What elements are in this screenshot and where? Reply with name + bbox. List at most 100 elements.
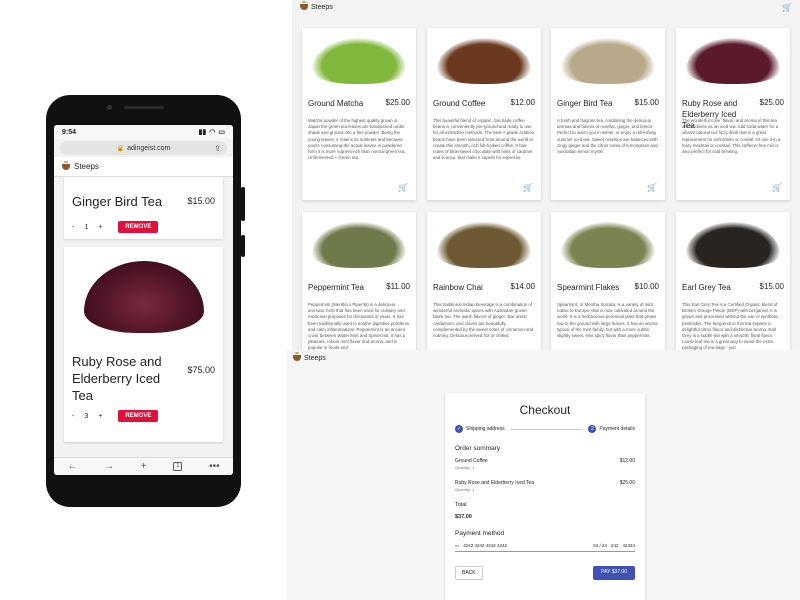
shopping-cart-icon[interactable]: 🛒 [782, 3, 792, 12]
product-card[interactable]: Ginger Bird Tea $15.00 A fresh and fragran… [551, 28, 665, 200]
cart-item-price: $15.00 [187, 196, 215, 206]
front-camera [107, 105, 112, 110]
tabs-count-icon[interactable]: 1 [173, 462, 183, 471]
url-text: adingeist.com [127, 144, 171, 152]
product-description: Peppermint (Mentha x Piperita) is a deli… [308, 302, 410, 350]
teacup-logo-icon [293, 352, 301, 361]
total-value: $37.00 [455, 514, 472, 520]
product-card[interactable]: Peppermint Tea $11.00 Peppermint (Mentha x… [302, 212, 416, 350]
grid-header: Steeps 🛒 [292, 0, 800, 14]
add-to-cart-icon[interactable]: 🛒 [398, 183, 408, 192]
product-name: Ground Matcha [308, 99, 364, 108]
total-label: Total [455, 502, 467, 508]
product-price: $14.00 [510, 282, 535, 291]
product-description: This beautiful blend of organic, fair-tr… [433, 118, 534, 161]
product-name: Rainbow Chai [433, 283, 483, 292]
tea-image [83, 261, 204, 333]
checkout-card: Checkout ✓ Shipping address 2 Payment de… [445, 393, 645, 600]
product-description: This traditional Indian beverage is a co… [433, 302, 534, 339]
product-price: $15.00 [759, 282, 784, 291]
cart-list: $15.00 Ginger Bird Tea - 1 + REMOVE $75.… [54, 177, 233, 442]
check-icon: ✓ [455, 425, 463, 433]
card-cvc[interactable]: 242 [611, 543, 619, 549]
card-input[interactable]: ▭ 4242 4242 4242 4242 04 / 24 242 42424 [455, 543, 635, 552]
qty-value: 3 [84, 412, 89, 420]
app-header: Steeps [54, 157, 233, 177]
phone-frame: 9:54 ▮▮ ◠ ▭ 🔒 adingeist.com ⇪ Steeps $15… [46, 95, 245, 507]
tea-image [686, 38, 780, 84]
checkout-header: Steeps [287, 350, 800, 366]
pay-button[interactable]: PAY $37.00 [593, 566, 635, 580]
cart-item-price: $75.00 [187, 365, 215, 375]
tea-image [312, 38, 406, 84]
teacup-logo-icon [62, 160, 70, 170]
card-zip[interactable]: 42424 [622, 543, 635, 549]
product-card[interactable]: Rainbow Chai $14.00 This traditional India… [427, 212, 541, 350]
product-name: Ground Coffee [433, 99, 486, 108]
product-card[interactable]: Spearmint Flakes $10.00 Spearmint, or Ment… [551, 212, 665, 350]
new-tab-icon[interactable]: + [141, 461, 147, 472]
forward-arrow-icon[interactable]: → [104, 461, 114, 472]
increase-qty-button[interactable]: + [98, 413, 102, 420]
summary-item-qty: Quantity: 1 [455, 465, 475, 470]
product-description: Matcha powder of the highest quality gro… [308, 118, 406, 161]
checkout-stepper: ✓ Shipping address 2 Payment details [455, 425, 635, 433]
browser-toolbar: ← → + 1 ••• [54, 457, 233, 475]
product-description: A fresh and fragrant tea, combining the … [557, 118, 658, 155]
checkout-page: Steeps Checkout ✓ Shipping address 2 Pay… [287, 350, 800, 600]
battery-icon: ▭ [218, 129, 225, 136]
summary-row: Ruby Rose and Elderberry Iced Tea $25.00 [455, 480, 635, 486]
wifi-icon: ◠ [209, 129, 216, 136]
teacup-logo-icon [300, 1, 308, 10]
share-icon[interactable]: ⇪ [214, 144, 221, 153]
product-card[interactable]: Ground Matcha $25.00 Matcha powder of the … [302, 28, 416, 200]
card-expiry[interactable]: 04 / 24 [593, 543, 607, 549]
back-button[interactable]: BACK [455, 566, 483, 580]
remove-button[interactable]: REMOVE [118, 410, 159, 422]
add-to-cart-icon[interactable]: 🛒 [523, 183, 533, 192]
product-price: $15.00 [634, 98, 659, 107]
card-number[interactable]: 4242 4242 4242 4242 [463, 543, 589, 549]
credit-card-icon: ▭ [455, 543, 460, 548]
status-time: 9:54 [62, 128, 77, 136]
increase-qty-button[interactable]: + [98, 224, 102, 231]
product-grid-page: Steeps 🛒 Ground Matcha $25.00 Matcha powde… [292, 0, 800, 350]
step-shipping[interactable]: Shipping address [466, 426, 505, 432]
qty-value: 1 [84, 223, 89, 231]
back-arrow-icon[interactable]: ← [67, 461, 77, 472]
decrease-qty-button[interactable]: - [72, 224, 74, 231]
product-card[interactable]: Ruby Rose and Elderberry Iced Tea $25.00 T… [676, 28, 790, 200]
lock-icon: 🔒 [116, 145, 125, 152]
summary-item-name: Ground Coffee [455, 458, 488, 464]
tea-image [561, 222, 655, 268]
add-to-cart-icon[interactable]: 🛒 [772, 183, 782, 192]
address-bar[interactable]: 🔒 adingeist.com ⇪ [60, 141, 227, 155]
phone-screen: 9:54 ▮▮ ◠ ▭ 🔒 adingeist.com ⇪ Steeps $15… [54, 125, 233, 475]
product-price: $25.00 [759, 98, 784, 107]
product-name: Spearmint Flakes [557, 283, 620, 292]
checkout-actions: BACK PAY $37.00 [455, 566, 635, 580]
more-menu-icon[interactable]: ••• [209, 461, 220, 472]
summary-row: Ground Coffee $12.00 [455, 458, 635, 464]
product-price: $12.00 [510, 98, 535, 107]
summary-item-price: $25.00 [619, 480, 635, 486]
summary-item-name: Ruby Rose and Elderberry Iced Tea [455, 480, 535, 486]
product-price: $11.00 [386, 282, 410, 291]
payment-method-heading: Payment method [455, 530, 505, 537]
decrease-qty-button[interactable]: - [72, 413, 74, 420]
summary-item-price: $12.00 [619, 458, 635, 464]
product-description: The wonderful color, flavor, and aroma o… [682, 118, 781, 155]
remove-button[interactable]: REMOVE [118, 221, 159, 233]
product-description: Spearmint, or Mentha Spicata, is a varie… [557, 302, 658, 339]
add-to-cart-icon[interactable]: 🛒 [647, 183, 657, 192]
product-name: Ginger Bird Tea [557, 99, 613, 108]
step-payment: Payment details [599, 426, 635, 432]
product-name: Earl Grey Tea [682, 283, 731, 292]
status-bar: 9:54 ▮▮ ◠ ▭ [54, 125, 233, 139]
app-title: Steeps [311, 3, 333, 11]
cart-item: $15.00 Ginger Bird Tea - 1 + REMOVE [64, 177, 223, 239]
product-card[interactable]: Earl Grey Tea $15.00 This Earl Grey Tea is… [676, 212, 790, 350]
product-card[interactable]: Ground Coffee $12.00 This beautiful blend … [427, 28, 541, 200]
power-button [241, 187, 245, 221]
tea-image [437, 222, 531, 268]
